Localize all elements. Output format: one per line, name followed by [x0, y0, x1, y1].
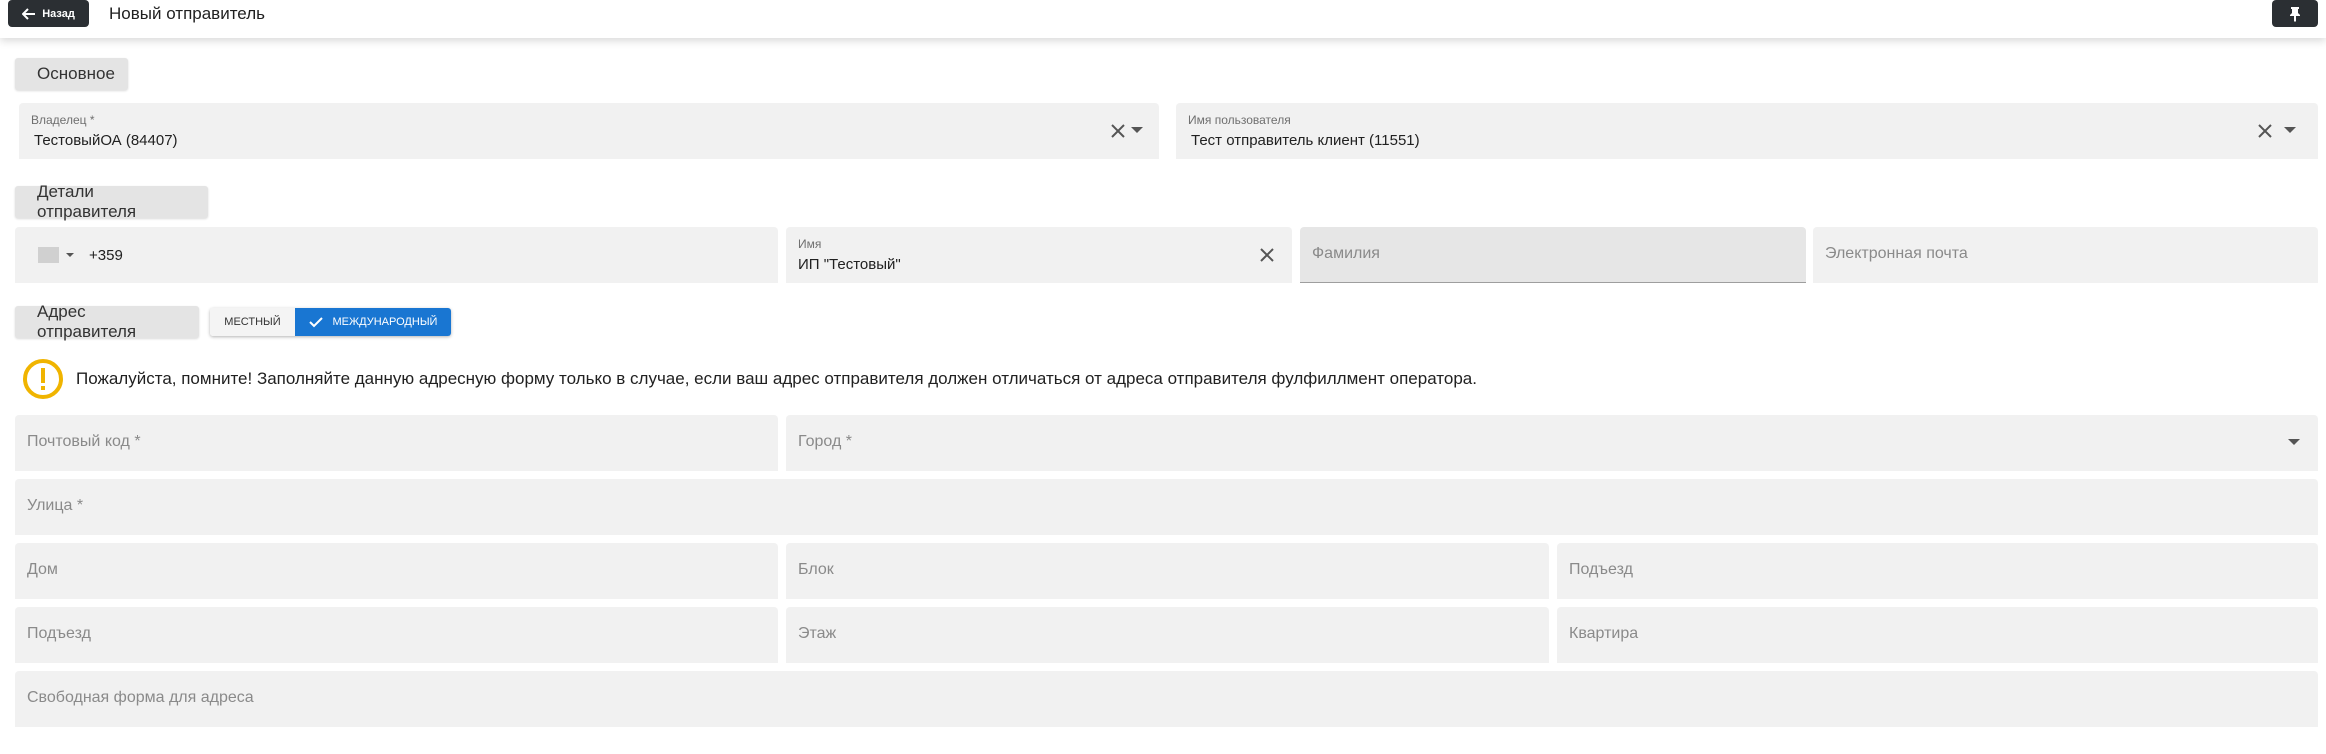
toggle-local[interactable]: МЕСТНЫЙ: [210, 308, 295, 336]
arrow-left-icon: [22, 7, 36, 20]
street-placeholder: Улица *: [27, 497, 84, 514]
apartment-placeholder: Квартира: [1569, 625, 1639, 642]
section-sender-details-header: Детали отправителя: [15, 182, 208, 221]
street-field[interactable]: Улица *: [15, 479, 2318, 535]
chevron-down-icon[interactable]: [2284, 127, 2296, 133]
close-icon[interactable]: [1108, 121, 1128, 141]
chevron-down-icon[interactable]: [1131, 127, 1143, 133]
entrance-2-placeholder: Подъезд: [27, 625, 91, 642]
surname-placeholder: Фамилия: [1312, 245, 1380, 262]
email-placeholder: Электронная почта: [1825, 245, 1968, 262]
entrance-field[interactable]: Подъезд: [1557, 543, 2318, 599]
floor-placeholder: Этаж: [798, 625, 837, 642]
phone-field[interactable]: +359: [15, 227, 778, 283]
address-type-toggle: МЕСТНЫЙ МЕЖДУНАРОДНЫЙ: [210, 308, 451, 336]
back-button-label: Назад: [42, 7, 75, 20]
toggle-international[interactable]: МЕЖДУНАРОДНЫЙ: [295, 308, 451, 336]
entrance-placeholder: Подъезд: [1569, 561, 1633, 578]
notice-text: Пожалуйста, помните! Заполняйте данную а…: [76, 369, 1477, 388]
close-icon[interactable]: [1257, 245, 1277, 265]
owner-field[interactable]: Владелец * ТестовыйОА (84407): [19, 103, 1159, 159]
username-value: Тест отправитель клиент (11551): [1191, 132, 1420, 149]
floor-field[interactable]: Этаж: [786, 607, 1549, 663]
postal-code-field[interactable]: Почтовый код *: [15, 415, 778, 471]
email-field[interactable]: Электронная почта: [1813, 227, 2318, 283]
block-placeholder: Блок: [798, 561, 834, 578]
close-icon[interactable]: [2255, 121, 2275, 141]
toggle-international-label: МЕЖДУНАРОДНЫЙ: [332, 316, 438, 328]
pin-icon: [2290, 6, 2300, 22]
section-basic-header: Основное: [15, 58, 128, 90]
section-sender-address-header: Адрес отправителя: [15, 302, 199, 341]
block-field[interactable]: Блок: [786, 543, 1549, 599]
owner-value: ТестовыйОА (84407): [34, 132, 178, 149]
warning-circle-icon: [23, 359, 63, 399]
username-field[interactable]: Имя пользователя Тест отправитель клиент…: [1176, 103, 2318, 159]
postal-code-placeholder: Почтовый код *: [27, 433, 141, 450]
free-form-address-placeholder: Свободная форма для адреса: [27, 689, 254, 706]
top-bar: Назад Новый отправитель: [0, 0, 2326, 38]
house-placeholder: Дом: [27, 561, 58, 578]
entrance-field-2[interactable]: Подъезд: [15, 607, 778, 663]
name-label: Имя: [798, 237, 822, 251]
house-field[interactable]: Дом: [15, 543, 778, 599]
surname-field[interactable]: Фамилия: [1300, 227, 1806, 283]
address-notice: Пожалуйста, помните! Заполняйте данную а…: [22, 358, 1477, 400]
back-button[interactable]: Назад: [8, 0, 89, 27]
chevron-down-icon[interactable]: [66, 253, 74, 257]
owner-label: Владелец *: [31, 113, 95, 127]
free-form-address-field[interactable]: Свободная форма для адреса: [15, 671, 2318, 727]
flag-icon[interactable]: [38, 247, 59, 263]
name-field[interactable]: Имя ИП "Тестовый": [786, 227, 1292, 283]
username-label: Имя пользователя: [1188, 113, 1291, 127]
pin-button[interactable]: [2272, 0, 2318, 27]
check-icon: [308, 316, 323, 327]
name-value: ИП "Тестовый": [798, 256, 901, 273]
page-title: Новый отправитель: [109, 4, 265, 23]
phone-value: +359: [89, 247, 123, 264]
city-placeholder: Город *: [798, 433, 852, 450]
apartment-field[interactable]: Квартира: [1557, 607, 2318, 663]
chevron-down-icon[interactable]: [2288, 439, 2300, 445]
city-field[interactable]: Город *: [786, 415, 2318, 471]
